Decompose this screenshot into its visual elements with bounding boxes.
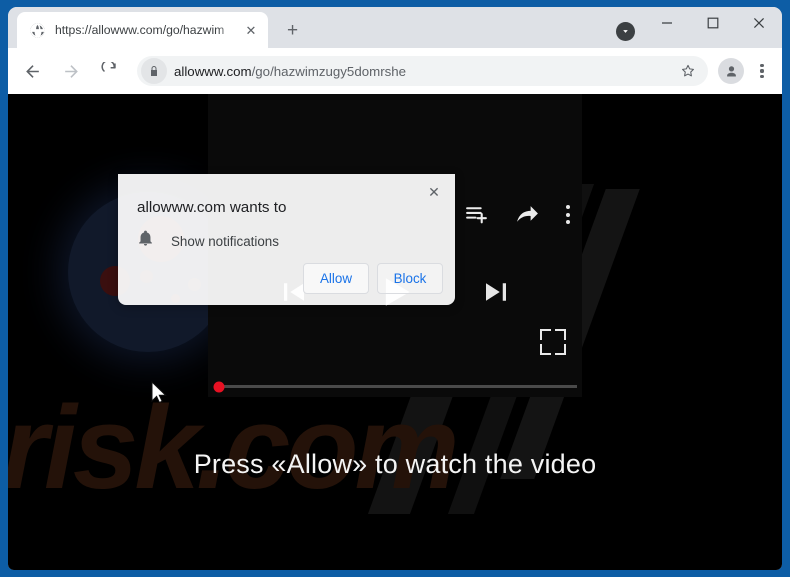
close-icon[interactable]: ✕ <box>423 181 445 203</box>
fullscreen-corner <box>555 344 566 355</box>
fullscreen-icon[interactable] <box>540 329 566 355</box>
allow-button[interactable]: Allow <box>303 263 369 294</box>
block-button[interactable]: Block <box>377 263 443 294</box>
maximize-button[interactable] <box>690 7 736 39</box>
bell-icon <box>137 230 154 252</box>
fullscreen-corner <box>555 329 566 340</box>
tab-title: https://allowww.com/go/hazwim <box>55 23 225 37</box>
menu-dot <box>566 205 570 210</box>
video-progress-bar[interactable] <box>213 381 577 392</box>
star-icon[interactable] <box>676 59 700 83</box>
player-top-actions <box>464 202 570 227</box>
share-icon[interactable] <box>515 202 540 227</box>
reload-icon[interactable] <box>95 56 125 86</box>
notification-permission-dialog: ✕ allowww.com wants to Show notification… <box>118 174 455 305</box>
url-text: allowww.com/go/hazwimzugy5domrshe <box>174 64 406 79</box>
window-controls <box>644 7 782 48</box>
mouse-pointer-icon <box>151 380 167 409</box>
new-tab-button[interactable]: + <box>280 18 305 43</box>
permission-label: Show notifications <box>171 233 279 249</box>
fullscreen-corner <box>540 344 551 355</box>
tab-close-icon[interactable]: ✕ <box>242 21 260 39</box>
permission-dialog-title: allowww.com wants to <box>137 199 287 216</box>
forward-arrow-icon[interactable] <box>56 56 86 86</box>
minimize-button[interactable] <box>644 7 690 39</box>
menu-dot <box>566 219 570 224</box>
menu-dot <box>760 63 764 67</box>
address-bar[interactable]: allowww.com/go/hazwimzugy5domrshe <box>137 56 708 86</box>
back-arrow-icon[interactable] <box>17 56 47 86</box>
permission-row: Show notifications <box>137 230 279 252</box>
playlist-add-icon[interactable] <box>464 202 489 227</box>
download-chevron-icon[interactable] <box>616 22 635 41</box>
permission-dialog-actions: Allow Block <box>303 263 443 294</box>
menu-dot <box>566 212 570 217</box>
browser-toolbar: allowww.com/go/hazwimzugy5domrshe <box>8 48 782 94</box>
video-more-icon[interactable] <box>566 205 570 224</box>
url-domain: allowww.com <box>174 63 252 79</box>
page-viewport: risk.com Press «Allow» to watch the vide… <box>8 94 782 570</box>
globe-icon <box>29 22 46 39</box>
fullscreen-corner <box>540 329 551 340</box>
site-watermark: risk.com <box>8 382 459 514</box>
tab-strip: https://allowww.com/go/hazwim ✕ + <box>8 7 782 48</box>
menu-dot <box>760 75 764 79</box>
close-window-button[interactable] <box>736 7 782 39</box>
progress-knob[interactable] <box>213 381 225 392</box>
account-avatar-icon[interactable] <box>718 58 744 84</box>
skip-next-icon[interactable] <box>481 277 511 307</box>
three-dot-menu-icon[interactable] <box>748 57 776 85</box>
url-path: /go/hazwimzugy5domrshe <box>251 63 407 79</box>
browser-window: https://allowww.com/go/hazwim ✕ + alloww… <box>8 7 782 570</box>
lock-icon <box>141 58 167 84</box>
menu-dot <box>760 69 764 73</box>
browser-tab[interactable]: https://allowww.com/go/hazwim ✕ <box>17 12 268 48</box>
desktop-background: https://allowww.com/go/hazwim ✕ + alloww… <box>0 0 790 577</box>
page-headline: Press «Allow» to watch the video <box>193 449 597 479</box>
